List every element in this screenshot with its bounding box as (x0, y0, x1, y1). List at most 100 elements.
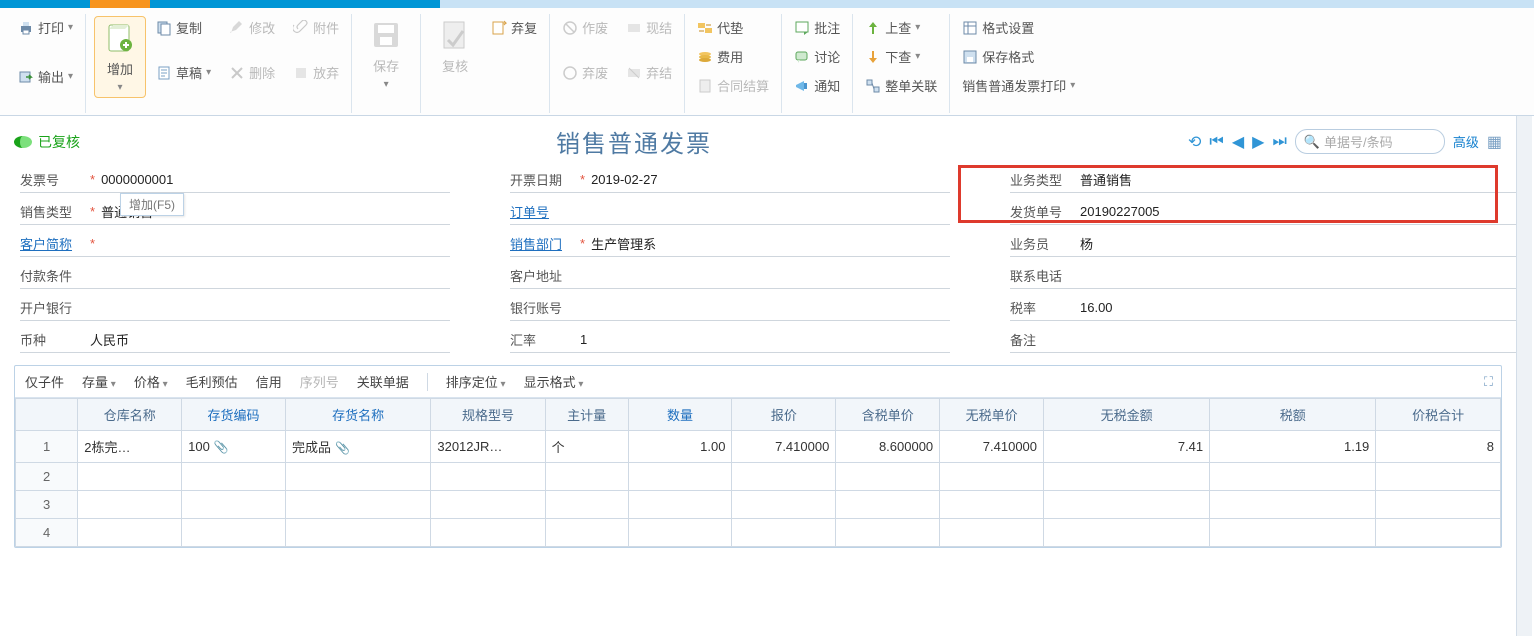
cell-total[interactable] (1376, 519, 1501, 547)
field-ship-no[interactable]: 发货单号 20190227005 (1010, 201, 1530, 225)
field-exchange[interactable]: 汇率 1 (510, 329, 950, 353)
cell-tax_amt[interactable] (1210, 519, 1376, 547)
cell-notax_amt[interactable] (1044, 519, 1210, 547)
profit-button[interactable]: 毛利预估 (186, 372, 238, 391)
print-button[interactable]: 打印 (14, 16, 77, 39)
cell-spec[interactable]: 32012JR… (431, 431, 545, 463)
cell-tax_price[interactable] (836, 463, 940, 491)
stock-button[interactable]: 存量 (82, 372, 116, 391)
field-order-no[interactable]: 订单号 (510, 201, 950, 225)
cell-quote[interactable] (732, 519, 836, 547)
save-button[interactable]: 保存 (360, 16, 412, 92)
contract-settle-button[interactable]: 合同结算 (693, 74, 773, 97)
field-cust-addr[interactable]: 客户地址 (510, 265, 950, 289)
print-template-button[interactable]: 销售普通发票打印 (958, 74, 1079, 97)
cell-inv_name[interactable]: 完成品📎 (285, 431, 430, 463)
unreview-button[interactable]: 弃复 (487, 16, 541, 39)
panel-icon[interactable]: ▦ (1487, 132, 1502, 152)
cell-notax_price[interactable] (940, 519, 1044, 547)
next-record-icon[interactable]: ▶ (1252, 132, 1264, 152)
cell-qty[interactable]: 1.00 (628, 431, 732, 463)
order-no-label[interactable]: 订单号 (510, 202, 574, 221)
void-button[interactable]: 作废 (558, 16, 612, 39)
modify-button[interactable]: 修改 (225, 16, 279, 39)
delete-button[interactable]: 删除 (225, 61, 279, 84)
col-tax-amt[interactable]: 税额 (1210, 399, 1376, 431)
cell-uom[interactable] (545, 463, 628, 491)
credit-button[interactable]: 信用 (256, 372, 282, 391)
last-record-icon[interactable]: ⏭ (1272, 133, 1286, 151)
cell-total[interactable] (1376, 491, 1501, 519)
cell-total[interactable]: 8 (1376, 431, 1501, 463)
attach-button[interactable]: 附件 (289, 16, 343, 39)
cell-tax_price[interactable] (836, 519, 940, 547)
cell-inv_code[interactable] (182, 491, 286, 519)
cell-rownum[interactable]: 2 (16, 463, 78, 491)
expand-grid-icon[interactable]: ⛶ (1484, 374, 1493, 390)
cell-tax_amt[interactable]: 1.19 (1210, 431, 1376, 463)
annotate-button[interactable]: 批注 (790, 16, 844, 39)
cell-qty[interactable] (628, 463, 732, 491)
cell-notax_amt[interactable] (1044, 463, 1210, 491)
field-invoice-date[interactable]: 开票日期 * 2019-02-27 (510, 169, 950, 193)
cell-rownum[interactable]: 3 (16, 491, 78, 519)
cell-inv_name[interactable] (285, 463, 430, 491)
cell-notax_amt[interactable] (1044, 491, 1210, 519)
sort-button[interactable]: 排序定位 (446, 372, 506, 391)
export-button[interactable]: 输出 (14, 65, 77, 88)
format-button[interactable]: 格式设置 (958, 16, 1079, 39)
table-row[interactable]: 12栋完…100📎完成品📎32012JR…个1.007.4100008.6000… (16, 431, 1501, 463)
field-tax-rate[interactable]: 税率 16.00 (1010, 297, 1530, 321)
cell-uom[interactable] (545, 491, 628, 519)
draft-button[interactable]: 草稿 (152, 61, 215, 84)
first-record-icon[interactable]: ⏮ (1209, 133, 1223, 151)
advanced-link[interactable]: 高级 (1453, 132, 1479, 151)
field-phone[interactable]: 联系电话 (1010, 265, 1530, 289)
field-pay-term[interactable]: 付款条件 (20, 265, 450, 289)
cell-inv_name[interactable] (285, 491, 430, 519)
field-bank[interactable]: 开户银行 (20, 297, 450, 321)
cell-wh[interactable]: 2栋完… (78, 431, 182, 463)
field-customer[interactable]: 客户简称 * (20, 233, 450, 257)
review-button[interactable]: 复核 (429, 16, 481, 77)
sale-dept-label[interactable]: 销售部门 (510, 234, 574, 253)
col-inv-code[interactable]: 存货编码 (182, 399, 286, 431)
add-button[interactable]: 增加 (94, 16, 146, 98)
col-qty[interactable]: 数量 (628, 399, 732, 431)
expense-button[interactable]: 费用 (693, 45, 773, 68)
cell-spec[interactable] (431, 463, 545, 491)
cell-tax_amt[interactable] (1210, 463, 1376, 491)
cell-inv_code[interactable] (182, 519, 286, 547)
cell-tax_amt[interactable] (1210, 491, 1376, 519)
cell-inv_code[interactable]: 100📎 (182, 431, 286, 463)
cell-quote[interactable] (732, 491, 836, 519)
cell-uom[interactable]: 个 (545, 431, 628, 463)
field-biz-type[interactable]: 业务类型 普通销售 (1010, 169, 1530, 193)
cell-qty[interactable] (628, 519, 732, 547)
col-inv-name[interactable]: 存货名称 (285, 399, 430, 431)
col-total[interactable]: 价税合计 (1376, 399, 1501, 431)
cell-rownum[interactable]: 4 (16, 519, 78, 547)
field-sale-type[interactable]: 销售类型 * 普通销售 (20, 201, 450, 225)
serial-button[interactable]: 序列号 (300, 372, 339, 391)
giveup-button[interactable]: 放弃 (289, 61, 343, 84)
whole-link-button[interactable]: 整单关联 (861, 74, 941, 97)
cell-wh[interactable] (78, 491, 182, 519)
price-button[interactable]: 价格 (134, 372, 168, 391)
customer-label[interactable]: 客户简称 (20, 234, 84, 253)
field-salesman[interactable]: 业务员 杨 (1010, 233, 1530, 257)
cell-tax_price[interactable] (836, 491, 940, 519)
cell-wh[interactable] (78, 519, 182, 547)
undo-icon[interactable]: ⟲ (1188, 132, 1201, 152)
col-quote[interactable]: 报价 (732, 399, 836, 431)
col-rownum[interactable] (16, 399, 78, 431)
vertical-scrollbar[interactable] (1516, 116, 1532, 636)
cell-notax_amt[interactable]: 7.41 (1044, 431, 1210, 463)
field-invoice-no[interactable]: 发票号 * 0000000001 (20, 169, 450, 193)
cell-inv_code[interactable] (182, 463, 286, 491)
col-uom[interactable]: 主计量 (545, 399, 628, 431)
cell-notax_price[interactable] (940, 491, 1044, 519)
abandon-cash-button[interactable]: 弃结 (622, 61, 676, 84)
col-tax-price[interactable]: 含税单价 (836, 399, 940, 431)
col-warehouse[interactable]: 仓库名称 (78, 399, 182, 431)
